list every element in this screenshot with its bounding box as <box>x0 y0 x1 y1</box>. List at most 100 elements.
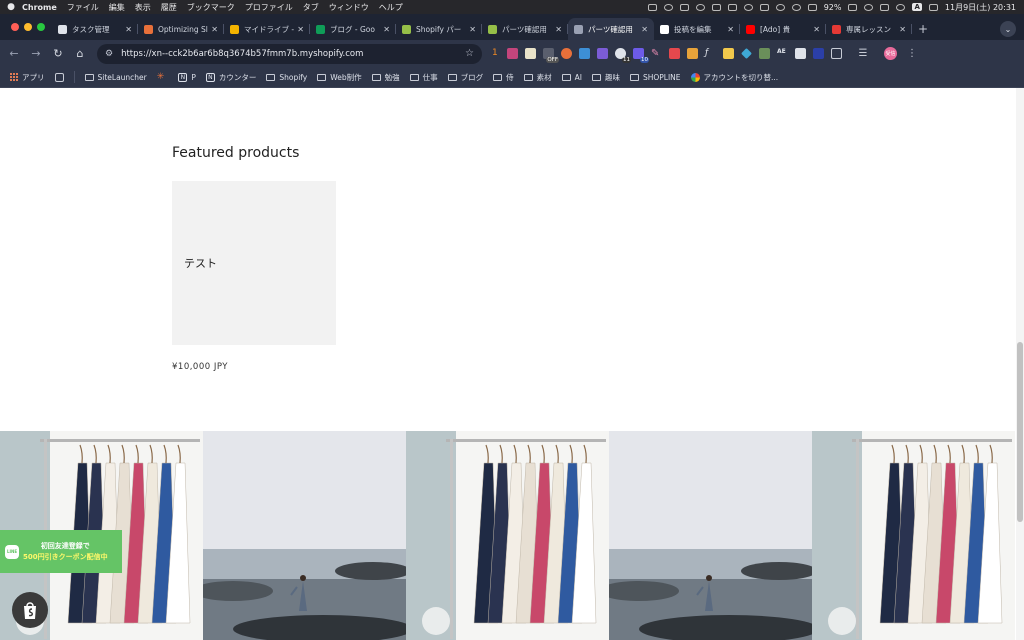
extension-off-icon[interactable]: OFF <box>543 48 559 63</box>
menu-item-5[interactable]: プロファイル <box>245 2 293 13</box>
extension-notes-icon[interactable] <box>525 48 536 59</box>
extension-ae-icon[interactable]: AE <box>777 48 788 59</box>
bluetooth-icon[interactable] <box>775 3 785 11</box>
battery-percent[interactable]: 92% <box>824 3 842 12</box>
bookmark-10[interactable]: 侍 <box>493 72 514 83</box>
timer-icon[interactable] <box>743 3 753 11</box>
tab-close-icon[interactable]: ✕ <box>297 25 304 34</box>
cloud-icon[interactable] <box>695 3 705 11</box>
tab-close-icon[interactable]: ✕ <box>383 25 390 34</box>
tab-6[interactable]: パーツ確認用 ✕ <box>568 18 654 40</box>
menu-item-2[interactable]: 表示 <box>135 2 151 13</box>
extension-pen-icon[interactable]: ✎ <box>651 48 662 59</box>
clipboard-icon[interactable] <box>679 3 689 11</box>
tab-close-icon[interactable]: ✕ <box>211 25 218 34</box>
bookmark-15[interactable]: アカウントを切り替... <box>690 72 778 83</box>
bookmark-2[interactable]: ✳ <box>157 72 169 82</box>
url-text[interactable]: https://xn--cck2b6ar6b8q3674b57fmm7b.mys… <box>121 49 363 59</box>
close-window-button[interactable] <box>11 23 19 31</box>
battery-icon[interactable] <box>848 3 858 11</box>
reading-list-icon[interactable]: ☰ <box>852 43 874 65</box>
eject-icon[interactable] <box>759 3 769 11</box>
menu-item-7[interactable]: ウィンドウ <box>329 2 369 13</box>
extension-fox-icon[interactable] <box>561 48 572 59</box>
wifi-icon[interactable] <box>864 3 874 11</box>
bookmark-4[interactable]: N カウンター <box>205 72 256 83</box>
minimize-window-button[interactable] <box>24 23 32 31</box>
tab-1[interactable]: Optimizing Sl ✕ <box>138 18 224 40</box>
input-mode-indicator[interactable]: A <box>912 3 922 11</box>
bookmark-7[interactable]: 勉強 <box>371 72 400 83</box>
menu-item-0[interactable]: ファイル <box>67 2 99 13</box>
tab-close-icon[interactable]: ✕ <box>727 25 734 34</box>
shopify-chat-button[interactable] <box>12 592 48 628</box>
extension-diamond-icon[interactable] <box>741 48 752 59</box>
back-button[interactable]: ← <box>3 43 25 65</box>
extension-1-icon[interactable]: 1 <box>492 48 500 59</box>
tab-close-icon[interactable]: ✕ <box>813 25 820 34</box>
extension-pocket-icon[interactable] <box>669 48 680 59</box>
bookmark-8[interactable]: 仕事 <box>409 72 438 83</box>
tab-5[interactable]: パーツ確認用 ✕ <box>482 18 568 40</box>
line-coupon-banner[interactable]: LINE 初回友達登録で 500円引きクーポン配信中 <box>0 530 122 573</box>
extension-photo-icon[interactable] <box>795 48 806 59</box>
bookmark-12[interactable]: AI <box>561 73 582 82</box>
tab-close-icon[interactable]: ✕ <box>899 25 906 34</box>
tab-search-button[interactable]: ⌄ <box>1000 21 1016 37</box>
extension-grid-icon[interactable] <box>759 48 770 59</box>
chrome-menu-icon[interactable]: ⋮ <box>907 48 917 59</box>
bookmark-star-icon[interactable]: ☆ <box>465 48 474 59</box>
maximize-window-button[interactable] <box>37 23 45 31</box>
spotlight-icon[interactable] <box>896 3 906 11</box>
play-icon[interactable] <box>791 3 801 11</box>
bookmark-3[interactable]: NP <box>178 72 196 82</box>
tab-7[interactable]: 投稿を編集 ✕ <box>654 18 740 40</box>
menu-item-3[interactable]: 履歴 <box>161 2 177 13</box>
extension-10-icon[interactable]: 10 <box>633 48 649 63</box>
screenshot-icon[interactable] <box>647 3 657 11</box>
home-button[interactable]: ⌂ <box>69 43 91 65</box>
bookmark-11[interactable]: 素材 <box>523 72 552 83</box>
tab-0[interactable]: タスク管理 ✕ <box>52 18 138 40</box>
extension-sticky-icon[interactable] <box>723 48 734 59</box>
product-name[interactable]: テスト <box>184 255 217 271</box>
tab-2[interactable]: マイドライブ - ✕ <box>224 18 310 40</box>
tab-groups-icon[interactable] <box>54 72 64 82</box>
bookmark-5[interactable]: Shopify <box>266 73 307 82</box>
menu-item-8[interactable]: ヘルプ <box>379 2 403 13</box>
scrollbar-thumb[interactable] <box>1017 342 1023 522</box>
control-center-icon[interactable] <box>880 3 890 11</box>
extension-person-icon[interactable] <box>813 48 824 59</box>
bookmark-9[interactable]: ブログ <box>447 72 483 83</box>
window-icon[interactable] <box>711 3 721 11</box>
menu-item-4[interactable]: ブックマーク <box>187 2 235 13</box>
extension-folder-icon[interactable] <box>687 48 698 59</box>
bookmark-6[interactable]: Web制作 <box>317 72 362 83</box>
bookmark-14[interactable]: SHOPLINE <box>629 73 681 82</box>
tab-close-icon[interactable]: ✕ <box>125 25 132 34</box>
product-card[interactable]: テスト <box>172 181 336 345</box>
tab-4[interactable]: Shopify パー ✕ <box>396 18 482 40</box>
apple-icon[interactable]: ● <box>0 2 22 12</box>
app-status-icon[interactable] <box>663 3 673 11</box>
tab-8[interactable]: [Ado] 貴 ✕ <box>740 18 826 40</box>
extension-fx-icon[interactable]: ƒ <box>705 48 716 59</box>
tab-close-icon[interactable]: ✕ <box>469 25 476 34</box>
extension-s-icon[interactable] <box>579 48 590 59</box>
address-bar[interactable]: ⚙ https://xn--cck2b6ar6b8q3674b57fmm7b.m… <box>97 43 482 64</box>
tab-3[interactable]: ブログ - Goo ✕ <box>310 18 396 40</box>
extension-clock-icon[interactable]: 11 <box>615 48 631 63</box>
tab-close-icon[interactable]: ✕ <box>555 25 562 34</box>
tools-icon[interactable] <box>727 3 737 11</box>
new-tab-button[interactable]: + <box>912 18 934 40</box>
menu-item-6[interactable]: タブ <box>303 2 319 13</box>
site-info-icon[interactable]: ⚙ <box>105 49 113 59</box>
bookmark-1[interactable]: SiteLauncher <box>84 73 147 82</box>
menu-item-1[interactable]: 編集 <box>109 2 125 13</box>
notification-icon[interactable] <box>928 3 938 11</box>
menubar-clock[interactable]: 11月9日(土) 20:31 <box>945 2 1016 13</box>
extension-purple-icon[interactable] <box>597 48 608 59</box>
bookmark-0[interactable]: アプリ <box>10 72 45 83</box>
extension-gradient-icon[interactable] <box>507 48 518 59</box>
tab-9[interactable]: 専属レッスン ✕ <box>826 18 912 40</box>
